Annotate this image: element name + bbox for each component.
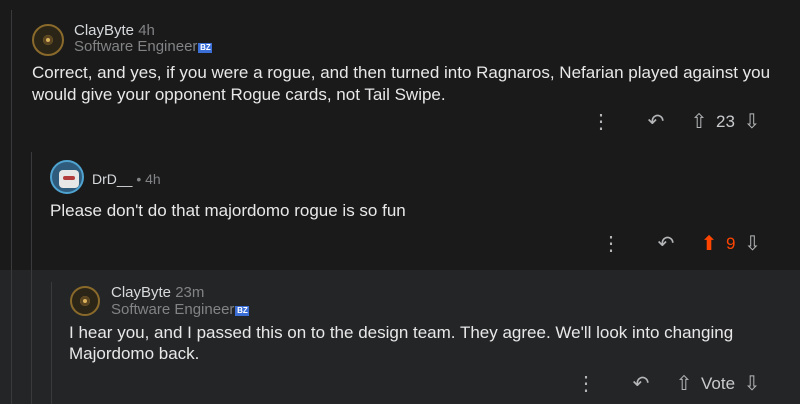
upvote-icon[interactable]: ⬆	[698, 232, 720, 256]
downvote-icon[interactable]: ⇩	[741, 372, 763, 396]
reply-icon[interactable]: ↶	[627, 372, 655, 396]
claybyte-avatar[interactable]	[32, 24, 64, 56]
username-link[interactable]: ClayByte	[111, 284, 171, 301]
upvote-icon[interactable]: ⇧	[673, 372, 695, 396]
reply-icon[interactable]: ↶	[642, 110, 670, 134]
comment-actions: ⋮ ↶ ⇧ Vote ⇩	[575, 372, 763, 396]
flair-text: Software Engineer	[111, 301, 235, 318]
upvote-icon[interactable]: ⇧	[688, 110, 710, 134]
comment-actions: ⋮ ↶ ⬆ 9 ⇩	[600, 232, 763, 256]
thread-line-level-1[interactable]	[11, 10, 12, 404]
comment-author: DrD__ • 4h	[92, 171, 161, 187]
username-link[interactable]: DrD__	[92, 171, 132, 187]
comment-body-line-1: I hear you, and I passed this on to the …	[69, 323, 734, 342]
hearthstone-logo-icon	[43, 35, 53, 45]
drd-avatar[interactable]	[50, 160, 84, 194]
comment-body: Correct, and yes, if you were a rogue, a…	[32, 63, 771, 104]
thread-line-level-2[interactable]	[31, 152, 32, 404]
downvote-icon[interactable]: ⇩	[741, 232, 763, 256]
thread-line-level-3[interactable]	[51, 282, 52, 404]
blizzard-badge-icon: BZ	[198, 43, 213, 53]
comment-author: ClayByte 4h	[74, 22, 155, 39]
blizzard-badge-icon: BZ	[235, 306, 250, 316]
vote-label: Vote	[701, 374, 736, 393]
user-flair: Software Engineer BZ	[111, 301, 250, 318]
more-icon[interactable]: ⋮	[575, 372, 597, 396]
username-link[interactable]: ClayByte	[74, 22, 134, 39]
hearthstone-logo-icon	[80, 296, 90, 306]
claybyte-avatar[interactable]	[70, 286, 100, 316]
vote-score: 9	[726, 234, 736, 253]
comment-time: 4h	[138, 22, 155, 39]
comment-author: ClayByte 23m	[111, 284, 204, 301]
more-icon[interactable]: ⋮	[590, 110, 612, 134]
flair-text: Software Engineer	[74, 38, 198, 55]
comment-body-line-2: Majordomo back.	[69, 344, 200, 363]
comment-time: 23m	[175, 284, 205, 301]
downvote-icon[interactable]: ⇩	[741, 110, 763, 134]
reply-icon[interactable]: ↶	[652, 232, 680, 256]
comment-body: Please don't do that majordomo rogue is …	[50, 201, 406, 220]
comment-time: • 4h	[136, 171, 161, 187]
avatar-robot-icon	[59, 170, 79, 188]
more-icon[interactable]: ⋮	[600, 232, 622, 256]
comment-actions: ⋮ ↶ ⇧ 23 ⇩	[590, 110, 763, 134]
vote-score: 23	[716, 112, 735, 131]
user-flair: Software Engineer BZ	[74, 38, 213, 55]
